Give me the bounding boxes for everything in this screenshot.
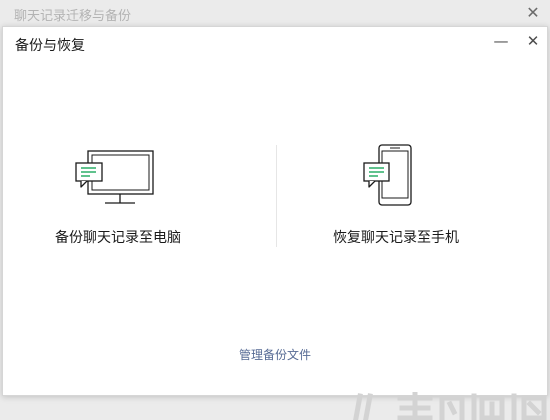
restore-to-phone-label: 恢复聊天记录至手机 xyxy=(333,230,459,246)
watermark-logo xyxy=(353,392,547,420)
dialog-title: 备份与恢复 xyxy=(15,38,85,54)
background-window-title: 聊天记录迁移与备份 xyxy=(14,9,132,24)
phone-chat-icon xyxy=(363,144,412,206)
minimize-button[interactable]: — xyxy=(491,31,511,51)
background-close-button[interactable]: ✕ xyxy=(524,4,542,22)
manage-backup-files-link[interactable]: 管理备份文件 xyxy=(239,347,311,363)
monitor-chat-icon xyxy=(75,150,154,204)
backup-to-pc-label: 备份聊天记录至电脑 xyxy=(55,230,181,246)
backup-to-pc-option[interactable]: 备份聊天记录至电脑 xyxy=(33,137,233,257)
options-divider xyxy=(276,145,277,247)
close-button[interactable]: ✕ xyxy=(523,31,543,51)
restore-to-phone-option[interactable]: 恢复聊天记录至手机 xyxy=(308,137,508,257)
backup-restore-dialog: 备份与恢复 — ✕ 备份聊天记录至电脑 恢复聊天记录至手机 管理备份文件 xyxy=(2,26,548,396)
